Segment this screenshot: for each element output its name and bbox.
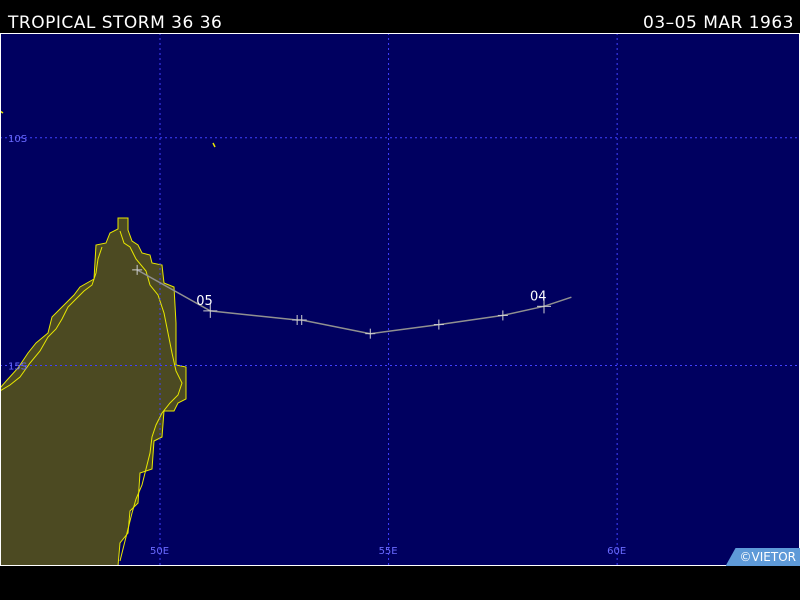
lat-label: 15S: [8, 362, 27, 373]
credit-badge: ©VIETOR: [725, 548, 800, 566]
lat-label: 10S: [8, 134, 27, 145]
date-range: 03–05 MAR 1963: [643, 13, 794, 33]
lon-label: 50E: [150, 546, 169, 557]
day-label: 04: [530, 289, 547, 304]
lon-label: 55E: [379, 546, 398, 557]
track-map: 50E 55E 60E 10S 15S 04 05: [0, 33, 800, 566]
day-label: 05: [196, 294, 213, 309]
storm-title: TROPICAL STORM 36 36: [8, 13, 223, 33]
lon-label: 60E: [607, 546, 626, 557]
